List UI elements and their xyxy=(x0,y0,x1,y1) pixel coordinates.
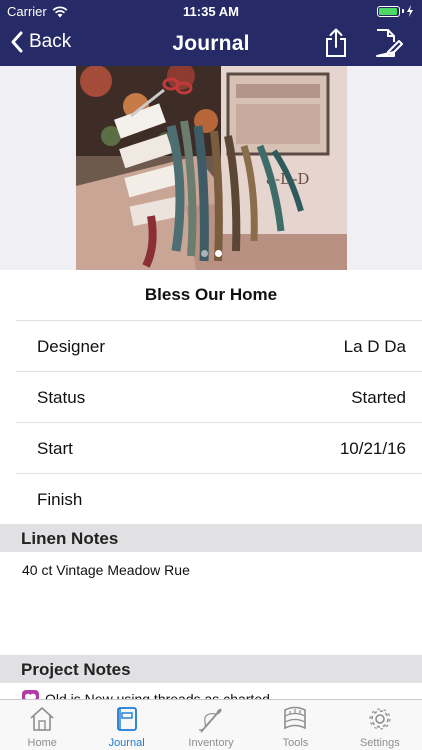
status-label: Status xyxy=(37,388,86,407)
page-dot[interactable] xyxy=(200,250,208,257)
tab-settings[interactable]: Settings xyxy=(338,700,422,750)
tab-tools-label: Tools xyxy=(282,737,309,749)
designer-value: La D Da xyxy=(343,337,406,356)
project-notes-header: Project Notes xyxy=(0,655,422,683)
tab-journal[interactable]: Journal xyxy=(84,700,168,750)
finish-row[interactable]: Finish xyxy=(16,473,422,524)
edit-document-icon xyxy=(376,29,403,57)
tab-inventory-label: Inventory xyxy=(188,737,234,749)
start-label: Start xyxy=(37,439,73,458)
status-value: Started xyxy=(351,388,406,407)
tab-inventory[interactable]: Inventory xyxy=(169,700,253,750)
battery-icon xyxy=(377,5,400,17)
page-dot-active[interactable] xyxy=(214,250,222,257)
tab-home[interactable]: Home xyxy=(0,700,84,750)
navigation-bar: Back Journal xyxy=(0,22,422,66)
status-row[interactable]: Status Started xyxy=(16,371,422,422)
ruler-icon xyxy=(284,706,307,730)
finish-label: Finish xyxy=(37,490,83,509)
share-button[interactable] xyxy=(324,28,348,63)
project-title: Bless Our Home xyxy=(0,270,422,320)
needle-icon xyxy=(198,708,222,733)
tab-journal-label: Journal xyxy=(108,737,145,749)
tab-tools[interactable]: Tools xyxy=(253,700,337,750)
start-row[interactable]: Start 10/21/16 xyxy=(16,422,422,473)
gear-icon xyxy=(369,708,391,730)
tab-settings-label: Settings xyxy=(359,737,400,749)
share-icon xyxy=(326,28,346,57)
battery-indicator xyxy=(377,5,414,17)
clock: 11:35 AM xyxy=(183,4,239,19)
page-title: Journal xyxy=(172,32,250,55)
project-photo[interactable]: a-D-D xyxy=(76,66,347,270)
charging-bolt-icon xyxy=(407,5,413,17)
designer-row[interactable]: Designer La D Da xyxy=(16,320,422,371)
designer-label: Designer xyxy=(37,337,106,356)
page-indicator[interactable] xyxy=(0,250,422,257)
photo-carousel[interactable]: a-D-D xyxy=(0,66,422,270)
linen-notes-header: Linen Notes xyxy=(0,524,422,552)
tab-home-label: Home xyxy=(27,737,57,749)
linen-notes-text[interactable]: 40 ct Vintage Meadow Rue xyxy=(22,562,190,578)
home-icon xyxy=(30,707,54,731)
tab-bar: Home Journal Inventory Tools Settings xyxy=(0,699,422,750)
journal-icon xyxy=(116,707,137,731)
status-bar: Carrier 11:35 AM xyxy=(0,0,422,22)
edit-button[interactable] xyxy=(375,28,403,63)
start-value: 10/21/16 xyxy=(339,439,406,458)
